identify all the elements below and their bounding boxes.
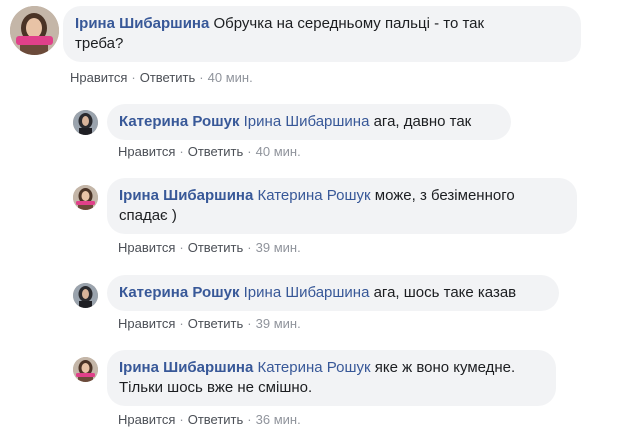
avatar-kateryna[interactable] (73, 283, 98, 308)
reply-button[interactable]: Ответить (188, 144, 244, 159)
comment-author[interactable]: Ірина Шибаршина (119, 359, 253, 376)
reply-button[interactable]: Ответить (188, 240, 244, 255)
comment-author[interactable]: Катерина Рошук (119, 113, 239, 130)
separator-dot: · (179, 144, 184, 159)
separator-dot: · (247, 240, 252, 255)
separator-dot: · (199, 70, 204, 85)
comment-author[interactable]: Ірина Шибаршина (119, 187, 253, 204)
separator-dot: · (179, 412, 184, 427)
comment-text: яке ж воно кумедне. (374, 359, 516, 376)
timestamp[interactable]: 36 мин. (256, 412, 301, 427)
comment-actions: Нравится · Ответить · 39 мин. (118, 240, 301, 255)
reply-button[interactable]: Ответить (188, 412, 244, 427)
timestamp[interactable]: 40 мин. (208, 70, 253, 85)
like-button[interactable]: Нравится (118, 144, 175, 159)
comment-text: ага, шось таке казав (373, 284, 517, 301)
comment-actions: Нравится · Ответить · 36 мин. (118, 412, 301, 427)
mention-link[interactable]: Катерина Рошук (257, 359, 370, 376)
mention-link[interactable]: Ірина Шибаршина (244, 284, 370, 301)
reply-button[interactable]: Ответить (188, 316, 244, 331)
comment-text: Обручка на середньому пальці - то так (213, 15, 485, 32)
separator-dot: · (247, 316, 252, 331)
timestamp[interactable]: 39 мин. (256, 316, 301, 331)
comment-actions: Нравится · Ответить · 40 мин. (70, 70, 253, 85)
timestamp[interactable]: 39 мин. (256, 240, 301, 255)
woman-avatar-pink-badge-icon (73, 357, 98, 382)
separator-dot: · (179, 240, 184, 255)
comment-text: може, з безіменного (374, 187, 515, 204)
comment-bubble: Ірина Шибаршина Обручка на середньому па… (63, 6, 581, 62)
woman-avatar-pink-badge-icon (73, 185, 98, 210)
woman-avatar-dark-icon (73, 110, 98, 135)
comment-bubble: Ірина Шибаршина Катерина Рошук може, з б… (107, 178, 577, 234)
mention-link[interactable]: Ірина Шибаршина (244, 113, 370, 130)
timestamp[interactable]: 40 мин. (256, 144, 301, 159)
like-button[interactable]: Нравится (118, 316, 175, 331)
comment-actions: Нравится · Ответить · 40 мин. (118, 144, 301, 159)
like-button[interactable]: Нравится (70, 70, 127, 85)
avatar-irina[interactable] (73, 357, 98, 382)
avatar-irina[interactable] (73, 185, 98, 210)
reply-button[interactable]: Ответить (140, 70, 196, 85)
comment-bubble: Ірина Шибаршина Катерина Рошук яке ж вон… (107, 350, 556, 406)
mention-link[interactable]: Катерина Рошук (257, 187, 370, 204)
comment-text-line2: спадає ) (119, 207, 177, 224)
like-button[interactable]: Нравится (118, 412, 175, 427)
comment-text-line2: треба? (75, 35, 124, 52)
comment-text: ага, давно так (373, 113, 472, 130)
woman-avatar-dark-icon (73, 283, 98, 308)
comment-bubble: Катерина Рошук Ірина Шибаршина ага, шось… (107, 275, 559, 311)
comment-author[interactable]: Ірина Шибаршина (75, 15, 209, 32)
woman-avatar-pink-badge-icon (10, 6, 59, 55)
separator-dot: · (247, 144, 252, 159)
avatar-irina[interactable] (10, 6, 59, 55)
like-button[interactable]: Нравится (118, 240, 175, 255)
separator-dot: · (131, 70, 136, 85)
comment-bubble: Катерина Рошук Ірина Шибаршина ага, давн… (107, 104, 511, 140)
avatar-kateryna[interactable] (73, 110, 98, 135)
comment-text-line2: Тільки шось вже не смішно. (119, 379, 313, 396)
comment-actions: Нравится · Ответить · 39 мин. (118, 316, 301, 331)
comment-author[interactable]: Катерина Рошук (119, 284, 239, 301)
separator-dot: · (247, 412, 252, 427)
separator-dot: · (179, 316, 184, 331)
